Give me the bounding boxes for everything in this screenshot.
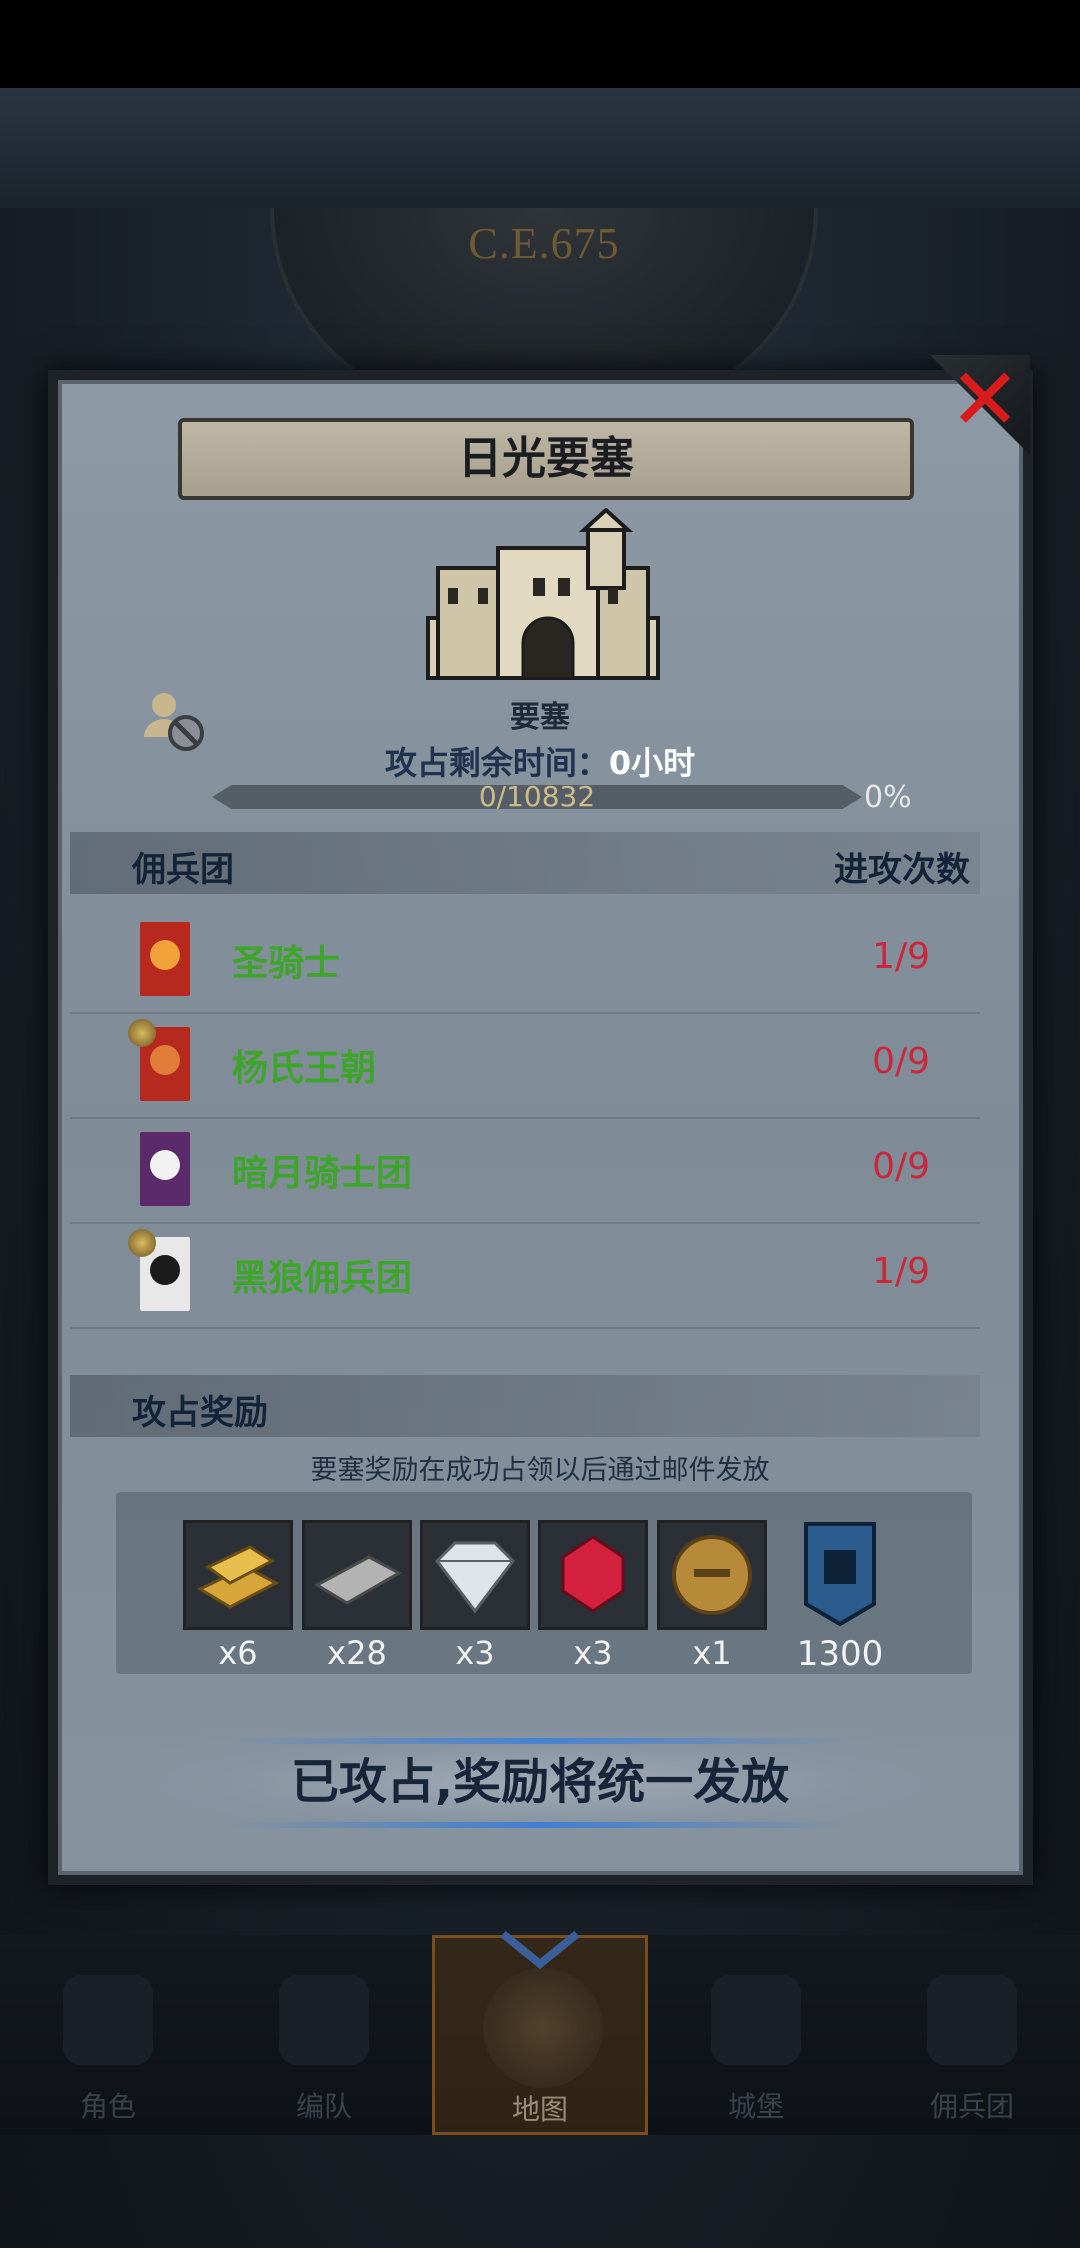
- avatar: [128, 1019, 156, 1047]
- knight-icon: [63, 1975, 153, 2065]
- diamond-icon[interactable]: [420, 1520, 530, 1630]
- emblem: [150, 1045, 180, 1075]
- reward-quantity: 1300: [796, 1634, 884, 1674]
- iron-bar-icon[interactable]: [302, 1520, 412, 1630]
- map-compass-icon: [483, 1968, 603, 2088]
- emblem: [150, 1255, 180, 1285]
- attack-count: 1/9: [872, 1251, 930, 1292]
- reward-quantity: x6: [218, 1634, 258, 1672]
- captured-status-banner: 已攻占,奖励将统一发放: [160, 1735, 920, 1830]
- capture-time-remaining: 攻占剩余时间：0小时: [0, 738, 1080, 784]
- nav-label: 佣兵团: [929, 2090, 1014, 2123]
- attack-count-header-label: 进攻次数: [834, 850, 970, 890]
- knight-helmet-coin-icon[interactable]: [657, 1520, 767, 1630]
- capture-time-unit: 小时: [631, 744, 696, 782]
- gold-bar-icon[interactable]: [183, 1520, 293, 1630]
- nav-item-team[interactable]: 编队: [216, 1935, 432, 2135]
- castle-icon: [711, 1975, 801, 2065]
- status-text: 已攻占,奖励将统一发放: [290, 1754, 790, 1810]
- attack-count: 1/9: [872, 936, 930, 977]
- reward-section-header: 攻占奖励: [70, 1375, 980, 1437]
- mercenary-row[interactable]: 黑狼佣兵团 1/9: [70, 1223, 980, 1329]
- mercenary-header-label: 佣兵团: [132, 850, 234, 890]
- reward-quantity: x28: [327, 1634, 387, 1672]
- mercenary-row[interactable]: 暗月骑士团 0/9: [70, 1118, 980, 1224]
- emblem: [150, 940, 180, 970]
- ruby-icon[interactable]: [538, 1520, 648, 1630]
- reward-note: 要塞奖励在成功占领以后通过邮件发放: [310, 1455, 770, 1486]
- mercenary-name: 暗月骑士团: [232, 1153, 413, 1194]
- title-plate: 日光要塞: [178, 418, 914, 500]
- chevron-down-icon: [500, 1930, 580, 1970]
- nav-item-role[interactable]: 角色: [0, 1935, 216, 2135]
- helmet-icon: [279, 1975, 369, 2065]
- nav-item-mercenary[interactable]: 佣兵团: [864, 1935, 1080, 2135]
- phoenix-icon: [140, 922, 190, 996]
- capture-time-label: 攻占剩余时间：: [384, 744, 609, 782]
- top-band: [0, 88, 1080, 208]
- status-bar: [0, 0, 1080, 88]
- nav-label: 编队: [295, 2090, 352, 2123]
- progress-text: 0/10832: [478, 780, 596, 813]
- dialog-title: 日光要塞: [458, 433, 634, 484]
- avatar: [128, 1229, 156, 1257]
- attack-count: 0/9: [872, 1146, 930, 1187]
- mercenary-name: 黑狼佣兵团: [232, 1258, 413, 1299]
- close-icon[interactable]: ✕: [945, 357, 1025, 443]
- mercenary-name: 杨氏王朝: [232, 1048, 377, 1089]
- capture-time-value: 0: [608, 744, 632, 782]
- mercenary-section-header: 佣兵团 进攻次数: [70, 832, 980, 894]
- emblem: [150, 1150, 180, 1180]
- mercenary-name: 圣骑士: [232, 943, 341, 984]
- reward-header-label: 攻占奖励: [132, 1393, 268, 1433]
- nav-label: 地图: [511, 2093, 568, 2126]
- fortress-type-label: 要塞: [510, 700, 570, 735]
- mercenary-row[interactable]: 圣骑士 1/9: [70, 908, 980, 1014]
- crescent-moon-icon: [140, 1132, 190, 1206]
- nav-item-castle[interactable]: 城堡: [648, 1935, 864, 2135]
- mercenary-ship-icon: [927, 1975, 1017, 2065]
- mercenary-row[interactable]: 杨氏王朝 0/9: [70, 1013, 980, 1119]
- fortress-fame-banner-icon[interactable]: [800, 1520, 880, 1628]
- reward-quantity: x3: [455, 1634, 495, 1672]
- divider: [230, 1822, 850, 1828]
- attack-count: 0/9: [872, 1041, 930, 1082]
- nav-label: 角色: [79, 2090, 136, 2123]
- fortress-icon: [426, 508, 660, 680]
- reward-quantity: x3: [573, 1634, 613, 1672]
- era-year: C.E.675: [468, 219, 620, 268]
- progress-percent: 0%: [864, 780, 912, 815]
- reward-quantity: x1: [692, 1634, 732, 1672]
- nav-label: 城堡: [727, 2090, 784, 2123]
